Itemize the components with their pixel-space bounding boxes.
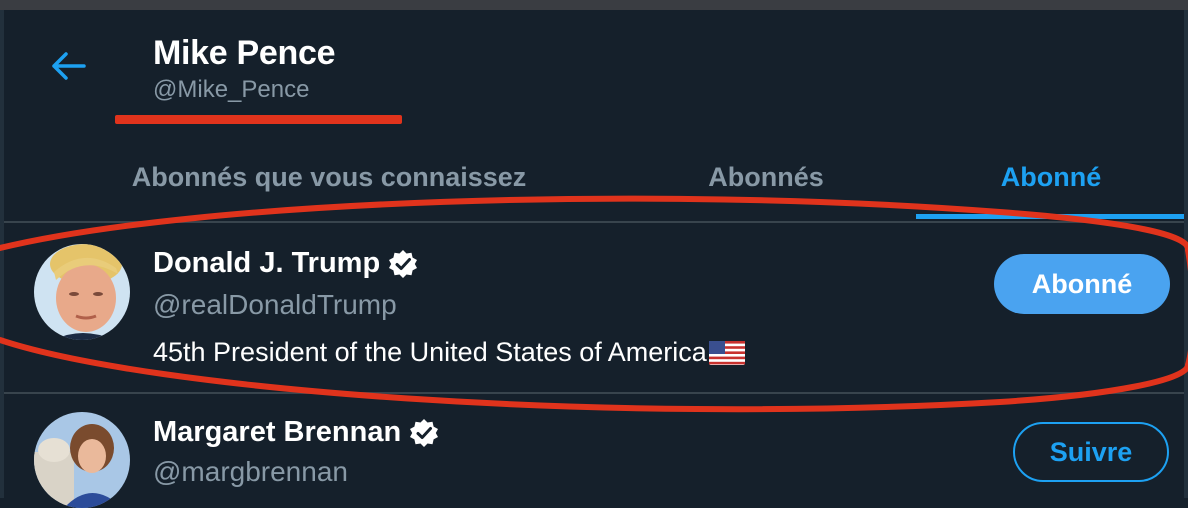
tab-following[interactable]: Abonné bbox=[918, 135, 1184, 219]
user-handle: @realDonaldTrump bbox=[153, 289, 397, 320]
profile-header: Mike Pence @Mike_Pence bbox=[4, 10, 1184, 130]
avatar[interactable] bbox=[34, 412, 130, 508]
user-bio-text: 45th President of the United States of A… bbox=[153, 337, 707, 367]
window-top-bar bbox=[0, 0, 1188, 10]
user-name-text: Donald J. Trump bbox=[153, 247, 381, 279]
user-row[interactable]: Margaret Brennan @margbrennan Suivre bbox=[4, 394, 1184, 508]
user-handle: @margbrennan bbox=[153, 456, 348, 487]
user-name: Donald J. Trump bbox=[153, 247, 418, 280]
tab-followers[interactable]: Abonnés bbox=[614, 135, 918, 219]
user-bio: 45th President of the United States of A… bbox=[153, 337, 745, 368]
page-title: Mike Pence bbox=[153, 34, 336, 72]
red-underline-annotation bbox=[115, 115, 402, 124]
profile-handle: @Mike_Pence bbox=[153, 76, 310, 103]
back-arrow-icon bbox=[52, 52, 86, 80]
user-name: Margaret Brennan bbox=[153, 416, 439, 449]
avatar[interactable] bbox=[34, 244, 130, 340]
us-flag-icon bbox=[708, 340, 745, 365]
tab-followers-you-know[interactable]: Abonnés que vous connaissez bbox=[44, 135, 614, 219]
back-button[interactable] bbox=[48, 50, 88, 82]
following-button[interactable]: Abonné bbox=[994, 254, 1170, 314]
right-border bbox=[1184, 10, 1188, 498]
active-tab-indicator bbox=[916, 214, 1184, 219]
follow-button[interactable]: Suivre bbox=[1013, 422, 1169, 482]
follow-tabs: Abonnés que vous connaissez Abonnés Abon… bbox=[4, 135, 1184, 219]
verified-badge-icon bbox=[389, 249, 418, 278]
verified-badge-icon bbox=[410, 418, 439, 447]
user-name-text: Margaret Brennan bbox=[153, 416, 402, 448]
user-row[interactable]: Donald J. Trump @realDonaldTrump 45th Pr… bbox=[4, 223, 1184, 391]
